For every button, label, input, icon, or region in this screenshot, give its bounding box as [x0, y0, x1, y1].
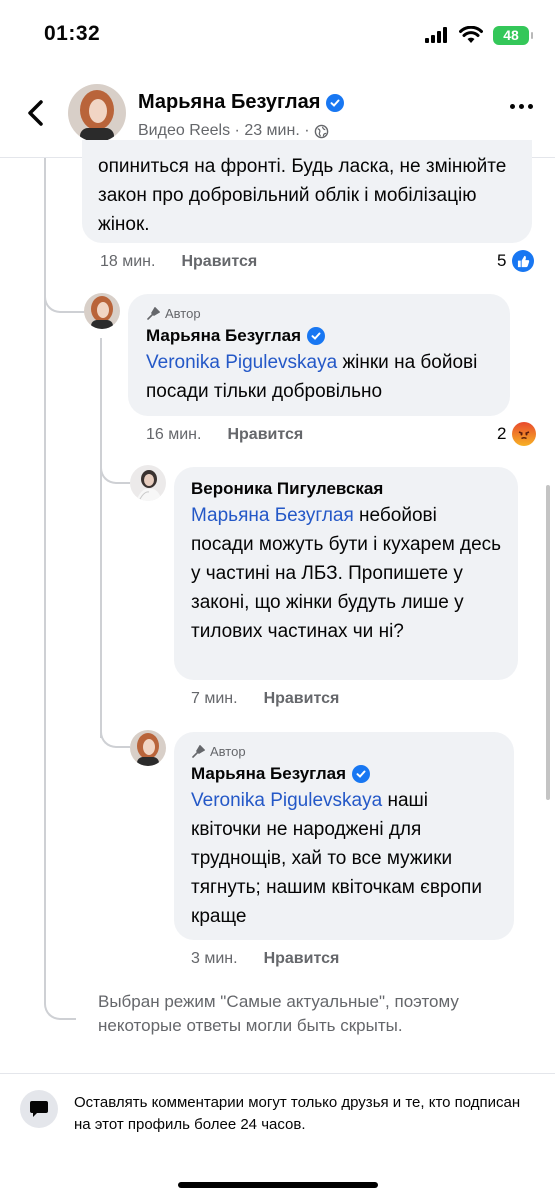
thread-line: [100, 338, 102, 738]
comment-text-block: Марьяна Безуглая небойові посади можуть …: [191, 501, 504, 646]
comment-actions: 7 мин. Нравится: [191, 690, 339, 708]
back-button[interactable]: [20, 98, 50, 128]
comment-time: 16 мин.: [146, 426, 202, 443]
thread-line: [44, 158, 46, 998]
comment-bubble[interactable]: опиниться на фронті. Будь ласка, не змін…: [82, 140, 532, 243]
commenter-name-row[interactable]: Марьяна Безуглая: [191, 764, 500, 784]
like-button[interactable]: Нравится: [227, 426, 303, 444]
thread-connector: [100, 460, 130, 484]
microphone-icon: [147, 306, 160, 320]
comment-text: опиниться на фронті. Будь ласка, не змін…: [98, 156, 507, 235]
angry-reaction-icon: [512, 422, 537, 446]
verified-badge-icon: [326, 93, 345, 112]
author-avatar[interactable]: [68, 84, 126, 142]
microphone-icon: [192, 744, 205, 758]
commenter-name: Вероника Пигулевская: [191, 479, 384, 498]
commenter-name: Марьяна Безуглая: [191, 764, 347, 783]
signal-icon: [425, 27, 447, 43]
author-tag: Автор: [146, 306, 494, 321]
comment-actions: 18 мин. Нравится: [100, 253, 257, 271]
restriction-text: Оставлять комментарии могут только друзь…: [74, 1094, 521, 1133]
filter-note[interactable]: Выбран режим "Самые актуальные", поэтому…: [98, 990, 498, 1038]
comment-bubble-icon: [20, 1090, 58, 1128]
thread-connector: [100, 722, 130, 748]
author-name-row[interactable]: Марьяна Безуглая: [138, 91, 345, 114]
verified-badge-icon: [352, 765, 371, 783]
comment-bubble[interactable]: Автор Марьяна Безуглая Veronika Pigulevs…: [174, 732, 514, 940]
battery-level: 48: [503, 27, 519, 43]
wifi-icon: [459, 26, 483, 43]
comment-actions: 16 мин. Нравится: [146, 426, 303, 444]
battery-icon: 48: [493, 25, 533, 45]
commenter-avatar[interactable]: [84, 293, 120, 329]
comment-bubble[interactable]: Вероника Пигулевская Марьяна Безуглая не…: [174, 467, 518, 680]
status-icons: 48: [425, 24, 533, 46]
like-reaction-icon: [512, 250, 535, 272]
comment-time: 7 мин.: [191, 690, 238, 707]
author-tag-label: Автор: [165, 306, 201, 321]
globe-icon: [314, 124, 328, 138]
post-meta: Видео Reels · 23 мин. ·: [138, 122, 329, 140]
footer-divider: [0, 1073, 555, 1074]
thread-connector: [44, 285, 86, 313]
commenter-name-row[interactable]: Вероника Пигулевская: [191, 479, 504, 499]
like-button[interactable]: Нравится: [264, 950, 340, 968]
mention-link[interactable]: Марьяна Безуглая: [191, 505, 354, 526]
mention-link[interactable]: Veronika Pigulevskaya: [146, 352, 337, 373]
author-tag: Автор: [191, 744, 500, 759]
scrollbar[interactable]: [546, 485, 550, 800]
post-meta-text: Видео Reels · 23 мин. ·: [138, 122, 310, 139]
like-button[interactable]: Нравится: [181, 253, 257, 271]
home-indicator[interactable]: [178, 1182, 378, 1188]
like-button[interactable]: Нравится: [264, 690, 340, 708]
comment-restriction-notice: Оставлять комментарии могут только друзь…: [20, 1090, 540, 1136]
comment-time: 18 мин.: [100, 253, 156, 270]
comment-text-block: Veronika Pigulevskaya наші квіточки не н…: [191, 786, 500, 931]
commenter-avatar[interactable]: [130, 730, 166, 766]
reaction-count: 5: [497, 251, 507, 270]
commenter-name-row[interactable]: Марьяна Безуглая: [146, 326, 494, 346]
commenter-avatar[interactable]: [130, 465, 166, 501]
author-tag-label: Автор: [210, 744, 246, 759]
mention-link[interactable]: Veronika Pigulevskaya: [191, 790, 382, 811]
reaction-count: 2: [497, 424, 507, 443]
chevron-left-icon: [28, 100, 43, 126]
more-options-button[interactable]: [510, 104, 533, 109]
comment-bubble[interactable]: Автор Марьяна Безуглая Veronika Pigulevs…: [128, 294, 510, 416]
comment-time: 3 мин.: [191, 950, 238, 967]
verified-badge-icon: [307, 327, 326, 345]
commenter-name: Марьяна Безуглая: [146, 326, 302, 345]
reaction-summary[interactable]: 5: [497, 250, 535, 272]
thread-connector: [44, 990, 76, 1020]
comment-actions: 3 мин. Нравится: [191, 950, 339, 968]
status-time: 01:32: [44, 22, 101, 45]
reaction-summary[interactable]: 2: [497, 422, 537, 446]
author-name: Марьяна Безуглая: [138, 91, 321, 113]
comment-text-block: Veronika Pigulevskaya жінки на бойові по…: [146, 348, 494, 406]
